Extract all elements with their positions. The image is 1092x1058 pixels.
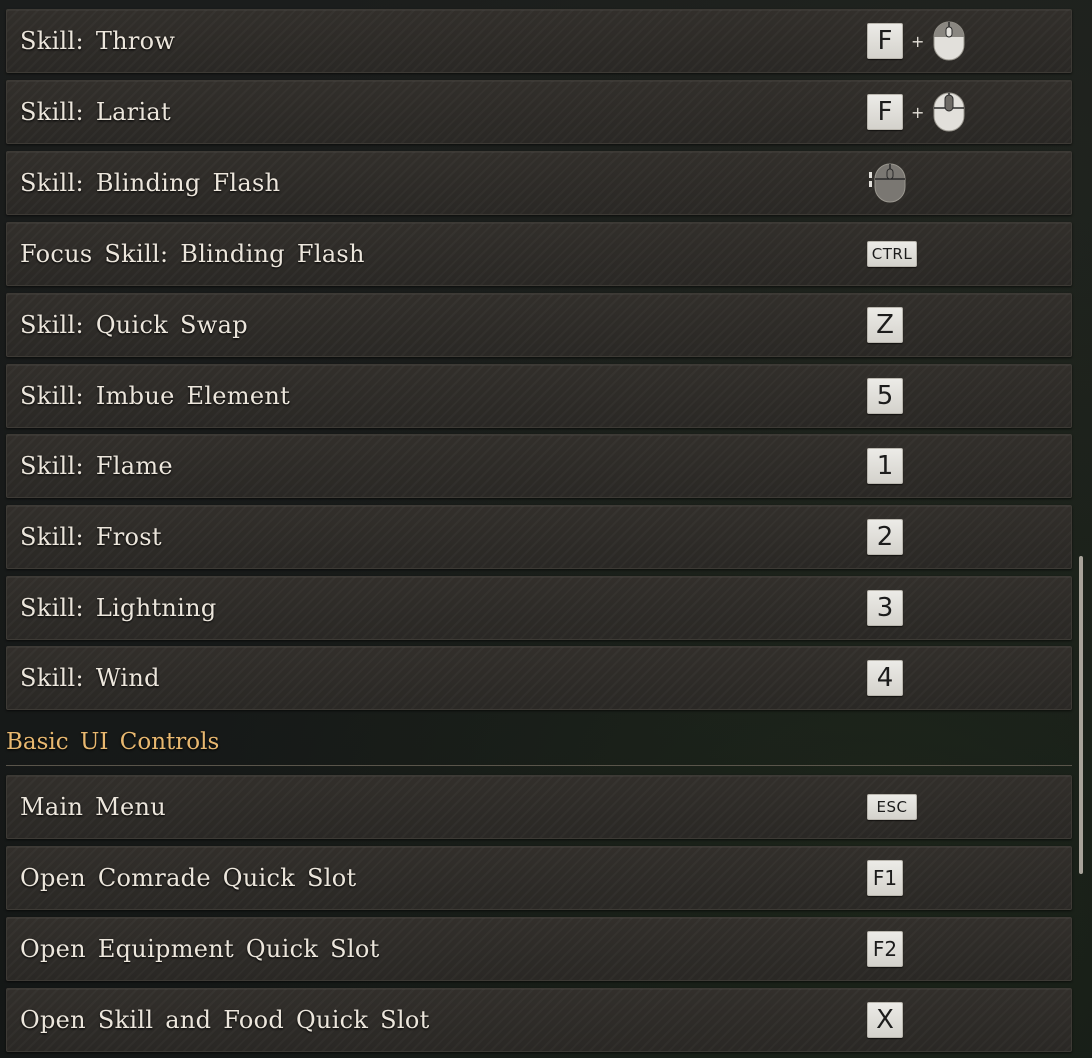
key-cap: 3 (867, 590, 903, 626)
section-title: Basic UI Controls (6, 729, 220, 755)
keybind-label: Skill: Imbue Element (20, 382, 291, 410)
key-combo[interactable]: X (867, 989, 903, 1051)
keybind-row-wind[interactable]: Skill: Wind 4 (6, 646, 1072, 710)
key-combo[interactable]: CTRL (867, 223, 917, 285)
keybind-row-throw[interactable]: Skill: Throw F + (6, 9, 1072, 73)
keybind-label: Open Skill and Food Quick Slot (20, 1006, 430, 1034)
keybind-row-equipment-quick-slot[interactable]: Open Equipment Quick Slot F2 (6, 917, 1072, 981)
keybind-row-quick-swap[interactable]: Skill: Quick Swap Z (6, 293, 1072, 357)
keybind-row-frost[interactable]: Skill: Frost 2 (6, 505, 1072, 569)
key-cap: ESC (867, 794, 917, 820)
key-combo[interactable]: Z (867, 294, 903, 356)
keybind-label: Skill: Wind (20, 664, 160, 692)
key-cap: F (867, 23, 903, 59)
key-combo[interactable]: 4 (867, 647, 903, 709)
key-cap: F (867, 94, 903, 130)
key-combo[interactable]: F + (867, 81, 966, 143)
keybind-row-lightning[interactable]: Skill: Lightning 3 (6, 576, 1072, 640)
key-cap: CTRL (867, 241, 917, 267)
keybind-row-focus-blinding-flash[interactable]: Focus Skill: Blinding Flash CTRL (6, 222, 1072, 286)
key-combo[interactable]: F1 (867, 847, 903, 909)
keybind-label: Open Equipment Quick Slot (20, 935, 380, 963)
key-combo[interactable]: 3 (867, 577, 903, 639)
keybind-row-skill-food-quick-slot[interactable]: Open Skill and Food Quick Slot X (6, 988, 1072, 1052)
key-combo[interactable]: 5 (867, 365, 903, 427)
mouse-wheel-icon (933, 92, 965, 132)
keybind-label: Open Comrade Quick Slot (20, 864, 357, 892)
keybind-row-blinding-flash[interactable]: Skill: Blinding Flash (6, 151, 1072, 215)
keybind-label: Focus Skill: Blinding Flash (20, 240, 365, 268)
key-cap: 4 (867, 660, 903, 696)
keybind-label: Skill: Flame (20, 452, 173, 480)
key-cap: X (867, 1002, 903, 1038)
keybind-label: Skill: Lariat (20, 98, 171, 126)
plus-sign: + (911, 31, 925, 51)
keybind-label: Skill: Throw (20, 27, 176, 55)
key-combo[interactable]: F + (867, 10, 966, 72)
keybind-row-lariat[interactable]: Skill: Lariat F + (6, 80, 1072, 144)
keybind-label: Skill: Quick Swap (20, 311, 248, 339)
key-cap: 2 (867, 519, 903, 555)
scrollbar[interactable] (1076, 0, 1086, 1058)
plus-sign: + (911, 102, 925, 122)
section-header-basic-ui-controls: Basic UI Controls (6, 725, 1072, 766)
key-combo[interactable] (867, 152, 907, 214)
key-cap: Z (867, 307, 903, 343)
key-cap: 1 (867, 448, 903, 484)
keybind-row-imbue-element[interactable]: Skill: Imbue Element 5 (6, 364, 1072, 428)
key-combo[interactable]: F2 (867, 918, 903, 980)
mouse-both-buttons-icon (933, 21, 965, 61)
key-combo[interactable]: ESC (867, 776, 917, 838)
key-cap: F1 (867, 860, 903, 896)
keybind-label: Skill: Blinding Flash (20, 169, 281, 197)
keybind-row-comrade-quick-slot[interactable]: Open Comrade Quick Slot F1 (6, 846, 1072, 910)
key-combo[interactable]: 2 (867, 506, 903, 568)
scrollbar-thumb[interactable] (1079, 556, 1083, 874)
keybind-row-flame[interactable]: Skill: Flame 1 (6, 434, 1072, 498)
mouse-right-side-icon (869, 163, 906, 203)
keybind-row-main-menu[interactable]: Main Menu ESC (6, 775, 1072, 839)
keybind-label: Skill: Frost (20, 523, 162, 551)
key-cap: F2 (867, 931, 903, 967)
keybind-label: Main Menu (20, 793, 167, 821)
key-combo[interactable]: 1 (867, 435, 903, 497)
keybind-label: Skill: Lightning (20, 594, 217, 622)
key-cap: 5 (867, 378, 903, 414)
